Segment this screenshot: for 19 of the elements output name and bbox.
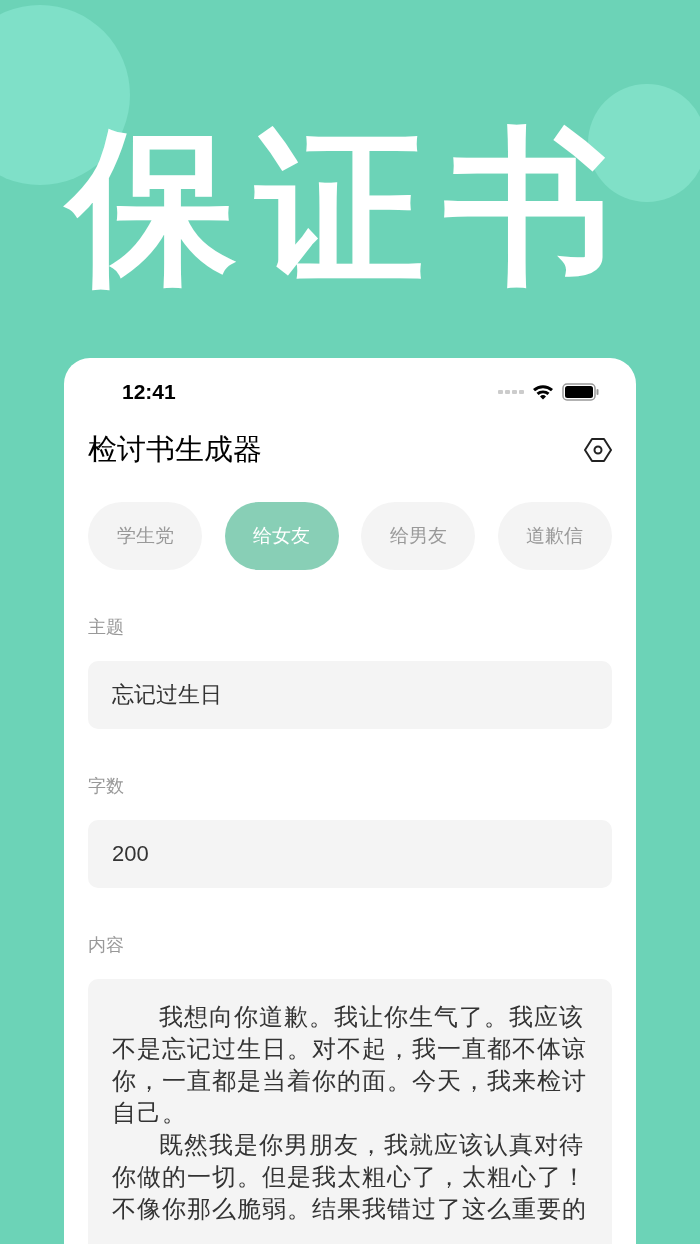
signal-icon bbox=[498, 389, 524, 395]
content-paragraph: 既然我是你男朋友，我就应该认真对待你做的一切。但是我太粗心了，太粗心了！不像你那么脆弱。结果我错过了这么重要的 bbox=[112, 1131, 588, 1224]
app-title: 检讨书生成器 bbox=[88, 432, 262, 468]
category-tab[interactable]: 学生党 bbox=[88, 502, 202, 570]
field-label: 主题 bbox=[88, 616, 125, 639]
wifi-icon bbox=[532, 384, 554, 400]
text-field[interactable]: 200 bbox=[88, 820, 612, 888]
settings-icon[interactable] bbox=[584, 436, 612, 464]
category-tab[interactable]: 给女友 bbox=[224, 502, 339, 570]
status-time: 12:41 bbox=[122, 379, 176, 406]
hero-title: 保证书 bbox=[52, 100, 648, 314]
field-label: 字数 bbox=[88, 775, 125, 798]
content-paragraph: 我想向你道歉。我让你生气了。我应该不是忘记过生日。对不起，我一直都不体谅你，一直都是当着你的面。今天，我来检讨自己。 bbox=[112, 1003, 588, 1128]
category-tab[interactable]: 道歉信 bbox=[497, 502, 612, 570]
field-label: 内容 bbox=[88, 934, 125, 957]
text-field[interactable]: 忘记过生日 bbox=[88, 661, 612, 729]
battery-icon bbox=[562, 383, 600, 401]
category-tab[interactable]: 给男友 bbox=[361, 502, 476, 570]
content-box[interactable]: 我想向你道歉。我让你生气了。我应该不是忘记过生日。对不起，我一直都不体谅你，一直都是当着你的面。今天，我来检讨自己。 既然我是你男朋友，我就应该认真对待你做的一切。但是我太粗心了，太粗心了！不像你那么脆弱。结果我错过了这么重要的 bbox=[88, 979, 612, 1244]
